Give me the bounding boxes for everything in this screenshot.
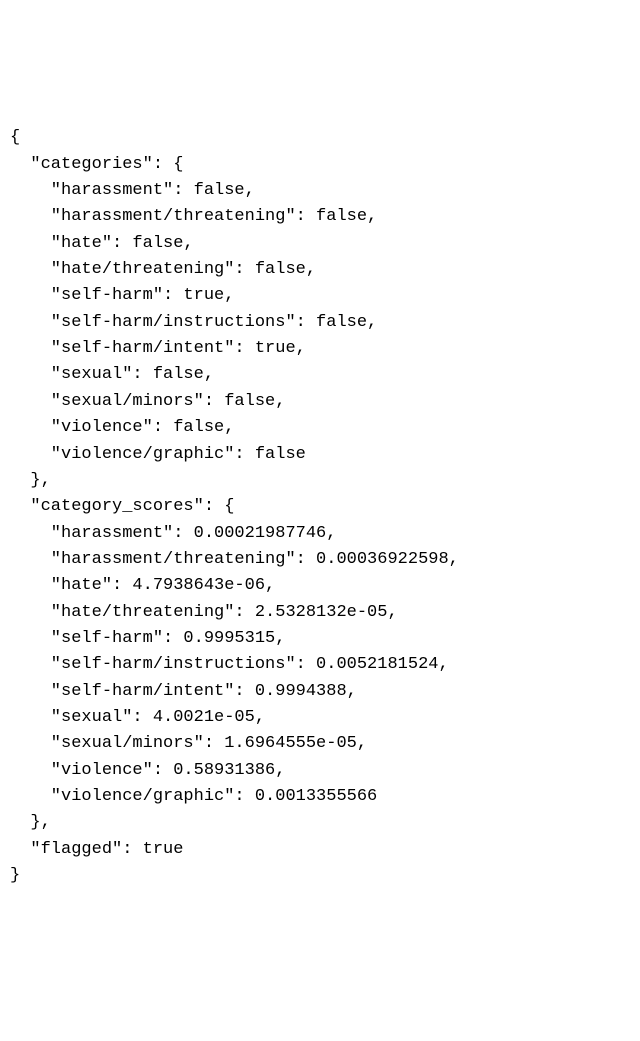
categories-self-harm: "self-harm": true, [10,283,630,309]
categories-harassment: "harassment": false, [10,178,630,204]
categories-hate-threatening: "hate/threatening": false, [10,257,630,283]
scores-violence-graphic: "violence/graphic": 0.0013355566 [10,784,630,810]
scores-hate-threatening: "hate/threatening": 2.5328132e-05, [10,600,630,626]
json-open-brace: { [10,125,630,151]
scores-sexual: "sexual": 4.0021e-05, [10,705,630,731]
categories-sexual-minors: "sexual/minors": false, [10,389,630,415]
categories-violence-graphic: "violence/graphic": false [10,442,630,468]
json-code-block: { "categories": { "harassment": false, "… [10,125,630,889]
scores-hate: "hate": 4.7938643e-06, [10,573,630,599]
scores-self-harm: "self-harm": 0.9995315, [10,626,630,652]
categories-self-harm-intent: "self-harm/intent": true, [10,336,630,362]
categories-violence: "violence": false, [10,415,630,441]
categories-hate: "hate": false, [10,231,630,257]
categories-sexual: "sexual": false, [10,362,630,388]
categories-close-brace: }, [10,468,630,494]
scores-self-harm-instructions: "self-harm/instructions": 0.0052181524, [10,652,630,678]
scores-harassment-threatening: "harassment/threatening": 0.00036922598, [10,547,630,573]
categories-key: "categories": { [10,152,630,178]
categories-harassment-threatening: "harassment/threatening": false, [10,204,630,230]
flagged-line: "flagged": true [10,837,630,863]
scores-close-brace: }, [10,810,630,836]
category-scores-key: "category_scores": { [10,494,630,520]
scores-self-harm-intent: "self-harm/intent": 0.9994388, [10,679,630,705]
categories-self-harm-instructions: "self-harm/instructions": false, [10,310,630,336]
scores-violence: "violence": 0.58931386, [10,758,630,784]
json-close-brace: } [10,863,630,889]
scores-sexual-minors: "sexual/minors": 1.6964555e-05, [10,731,630,757]
scores-harassment: "harassment": 0.00021987746, [10,521,630,547]
